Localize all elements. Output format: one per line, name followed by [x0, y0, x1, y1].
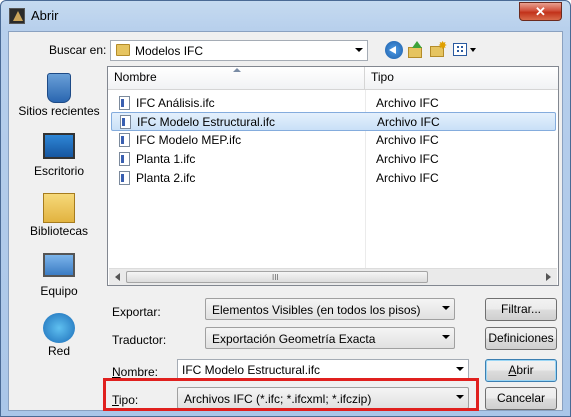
scroll-thumb[interactable]: III	[126, 271, 428, 283]
column-header-nombre[interactable]: Nombre	[108, 67, 365, 90]
title-bar[interactable]: Abrir ✕	[1, 1, 570, 31]
open-button[interactable]: Abrir	[485, 359, 557, 382]
file-name: IFC Modelo MEP.ifc	[136, 133, 242, 147]
definitions-button[interactable]: Definiciones	[485, 327, 557, 350]
views-menu-icon[interactable]	[452, 41, 478, 59]
filename-input[interactable]: IFC Modelo Estructural.ifc	[177, 359, 469, 380]
ifc-file-icon	[119, 171, 130, 185]
new-folder-icon[interactable]: ✸	[429, 41, 447, 59]
column-header-label: Tipo	[371, 70, 394, 84]
ifc-file-icon	[119, 152, 130, 166]
file-name: Planta 2.ifc	[136, 171, 196, 185]
translator-value: Exportación Geometría Exacta	[212, 332, 376, 346]
place-recent[interactable]: Sitios recientes	[13, 69, 105, 129]
place-label: Sitios recientes	[18, 104, 100, 118]
ifc-file-icon	[119, 133, 130, 147]
ifc-file-icon	[119, 96, 130, 110]
place-label: Escritorio	[33, 164, 84, 178]
lookin-label: Buscar en:	[49, 43, 107, 57]
export-dropdown[interactable]: Elementos Visibles (en todos los pisos)	[205, 298, 455, 320]
place-label: Equipo	[40, 284, 78, 298]
scroll-grip: III	[272, 273, 279, 282]
place-computer[interactable]: Equipo	[13, 249, 105, 309]
file-row[interactable]: Planta 2.ifc Archivo IFC	[111, 169, 556, 188]
window-title: Abrir	[31, 8, 59, 23]
close-button[interactable]: ✕	[519, 2, 562, 21]
file-row[interactable]: IFC Modelo MEP.ifc Archivo IFC	[111, 131, 556, 150]
lookin-dropdown[interactable]: Modelos IFC	[110, 40, 368, 61]
recent-places-icon	[47, 73, 71, 103]
scroll-right-icon[interactable]	[546, 273, 551, 281]
translator-label: Traductor:	[112, 333, 167, 347]
cancel-button[interactable]: Cancelar	[485, 387, 557, 410]
place-desktop[interactable]: Escritorio	[13, 129, 105, 189]
export-value: Elementos Visibles (en todos los pisos)	[212, 303, 421, 317]
file-name: IFC Modelo Estructural.ifc	[137, 115, 276, 129]
desktop-icon	[43, 133, 75, 159]
file-type: Archivo IFC	[376, 152, 439, 166]
libraries-icon	[43, 193, 75, 223]
chevron-down-icon	[442, 306, 450, 310]
sort-ascending-icon	[233, 68, 241, 72]
chevron-down-icon	[442, 335, 450, 339]
scroll-left-icon[interactable]	[115, 273, 120, 281]
dialog-body: Buscar en: Modelos IFC ✸ Sitios reciente…	[8, 31, 563, 411]
network-icon	[43, 313, 75, 343]
lookin-value: Modelos IFC	[135, 44, 204, 58]
up-folder-icon[interactable]	[407, 41, 425, 59]
file-type: Archivo IFC	[376, 96, 439, 110]
place-libraries[interactable]: Bibliotecas	[13, 189, 105, 249]
computer-icon	[43, 253, 75, 277]
file-type: Archivo IFC	[376, 133, 439, 147]
horizontal-scrollbar[interactable]: III	[109, 268, 557, 285]
file-row[interactable]: Planta 1.ifc Archivo IFC	[111, 150, 556, 169]
place-label: Red	[47, 344, 70, 358]
chevron-down-icon	[355, 48, 363, 52]
places-bar: Sitios recientes Escritorio Bibliotecas …	[13, 67, 105, 361]
chevron-down-icon[interactable]	[456, 367, 464, 371]
folder-icon	[116, 44, 130, 56]
filter-button[interactable]: Filtrar...	[485, 298, 557, 321]
place-network[interactable]: Red	[13, 309, 105, 369]
translator-dropdown[interactable]: Exportación Geometría Exacta	[205, 327, 455, 349]
file-type: Archivo IFC	[376, 171, 439, 185]
column-header-tipo[interactable]: Tipo	[365, 67, 558, 90]
ifc-file-icon	[120, 115, 131, 129]
app-icon	[9, 8, 25, 24]
place-label: Bibliotecas	[29, 224, 89, 238]
filename-value: IFC Modelo Estructural.ifc	[182, 363, 321, 377]
open-dialog: Abrir ✕ Buscar en: Modelos IFC ✸ Sitios …	[0, 0, 571, 417]
column-header-label: Nombre	[114, 70, 157, 84]
file-type: Archivo IFC	[377, 115, 440, 129]
back-icon[interactable]	[385, 41, 403, 59]
filename-label: Nombre:	[112, 365, 159, 379]
export-label: Exportar:	[112, 305, 161, 319]
file-name: IFC Análisis.ifc	[136, 96, 215, 110]
file-row[interactable]: IFC Análisis.ifc Archivo IFC	[111, 94, 556, 113]
file-row-selected[interactable]: IFC Modelo Estructural.ifc Archivo IFC	[111, 112, 556, 131]
file-list[interactable]: Nombre Tipo IFC Análisis.ifc Archivo IFC…	[107, 66, 559, 286]
file-name: Planta 1.ifc	[136, 152, 196, 166]
highlight-annotation	[103, 378, 479, 411]
